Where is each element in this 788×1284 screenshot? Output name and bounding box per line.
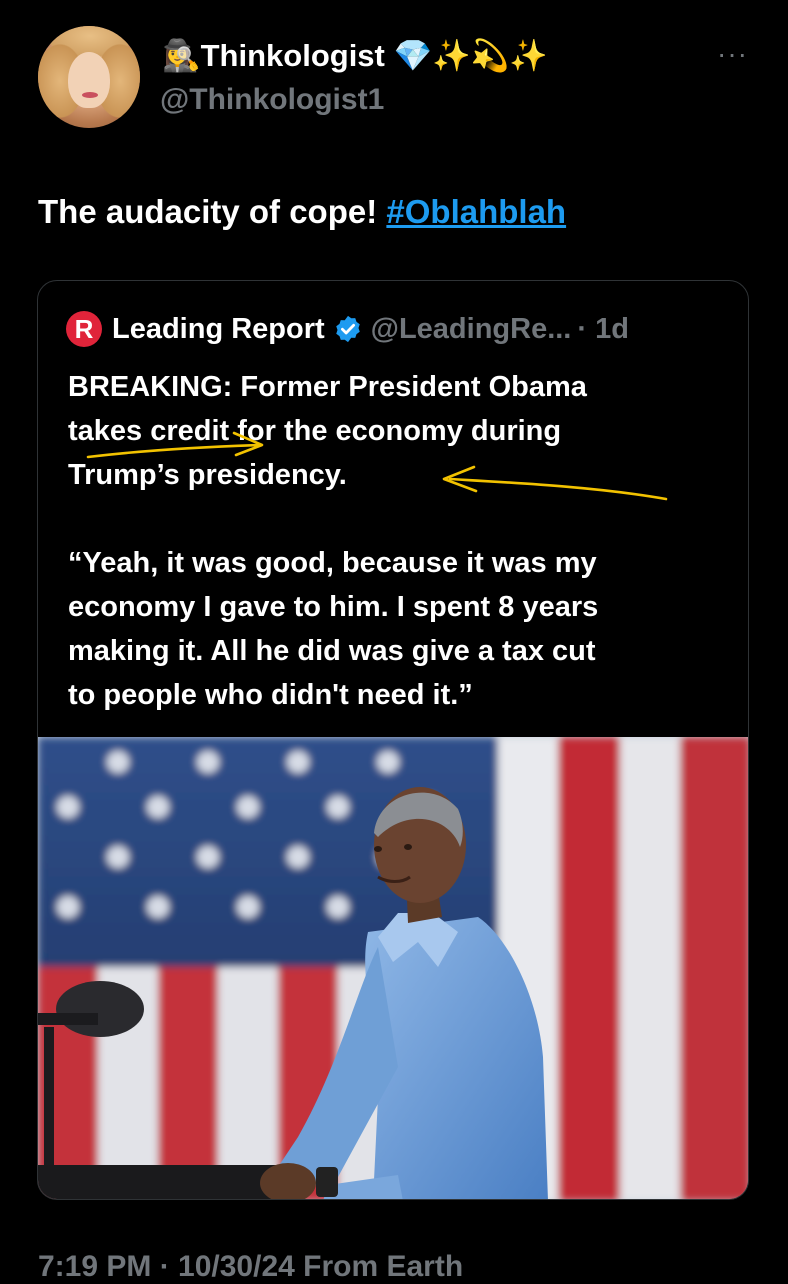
quote-line: BREAKING: Former President Obama [68, 371, 587, 403]
tweet-body-text: The audacity of cope! [38, 193, 387, 230]
quote-line: Trump’s presidency. [68, 459, 347, 491]
detective-emoji: 🕵️‍♀️ [162, 38, 201, 73]
tweet-text: The audacity of cope! #Oblahblah [38, 190, 566, 234]
quoted-tweet-header: R Leading Report @LeadingRe... · 1d [66, 309, 629, 349]
quote-line: to people who didn't need it.” [68, 679, 473, 711]
quoted-tweet-card[interactable]: R Leading Report @LeadingRe... · 1d BREA… [37, 280, 749, 1200]
author-handle[interactable]: @Thinkologist1 [160, 80, 384, 120]
quoted-author-handle[interactable]: @LeadingRe... [371, 313, 572, 346]
verified-badge-icon [335, 315, 360, 343]
quote-line: economy I gave to him. I spent 8 years [68, 591, 599, 623]
tweet-timestamp: 7:19 PM · 10/30/24 From Earth [38, 1250, 464, 1283]
obama-flag-photo[interactable] [38, 737, 749, 1200]
author-display-name[interactable]: 🕵️‍♀️Thinkologist 💎✨💫✨ [162, 36, 548, 76]
sparkle-emoji-group: 💎✨💫✨ [393, 38, 548, 73]
avatar-face [68, 52, 110, 108]
author-name-text: Thinkologist [200, 38, 385, 73]
quoted-tweet-text: BREAKING: Former President Obama takes c… [68, 365, 728, 717]
quoted-author-name[interactable]: Leading Report [112, 313, 325, 346]
quote-line: making it. All he did was give a tax cut [68, 635, 596, 667]
quoted-tweet-time[interactable]: · 1d [577, 313, 629, 346]
avatar-lips [82, 92, 98, 98]
hashtag-link[interactable]: #Oblahblah [386, 193, 566, 230]
more-options-button[interactable]: ··· [717, 34, 748, 74]
leading-report-logo-icon: R [66, 311, 102, 347]
logo-letter: R [74, 313, 94, 344]
quote-line: takes credit for the economy during [68, 415, 562, 447]
author-avatar[interactable] [38, 26, 140, 128]
quote-line: “Yeah, it was good, because it was my [68, 547, 597, 579]
